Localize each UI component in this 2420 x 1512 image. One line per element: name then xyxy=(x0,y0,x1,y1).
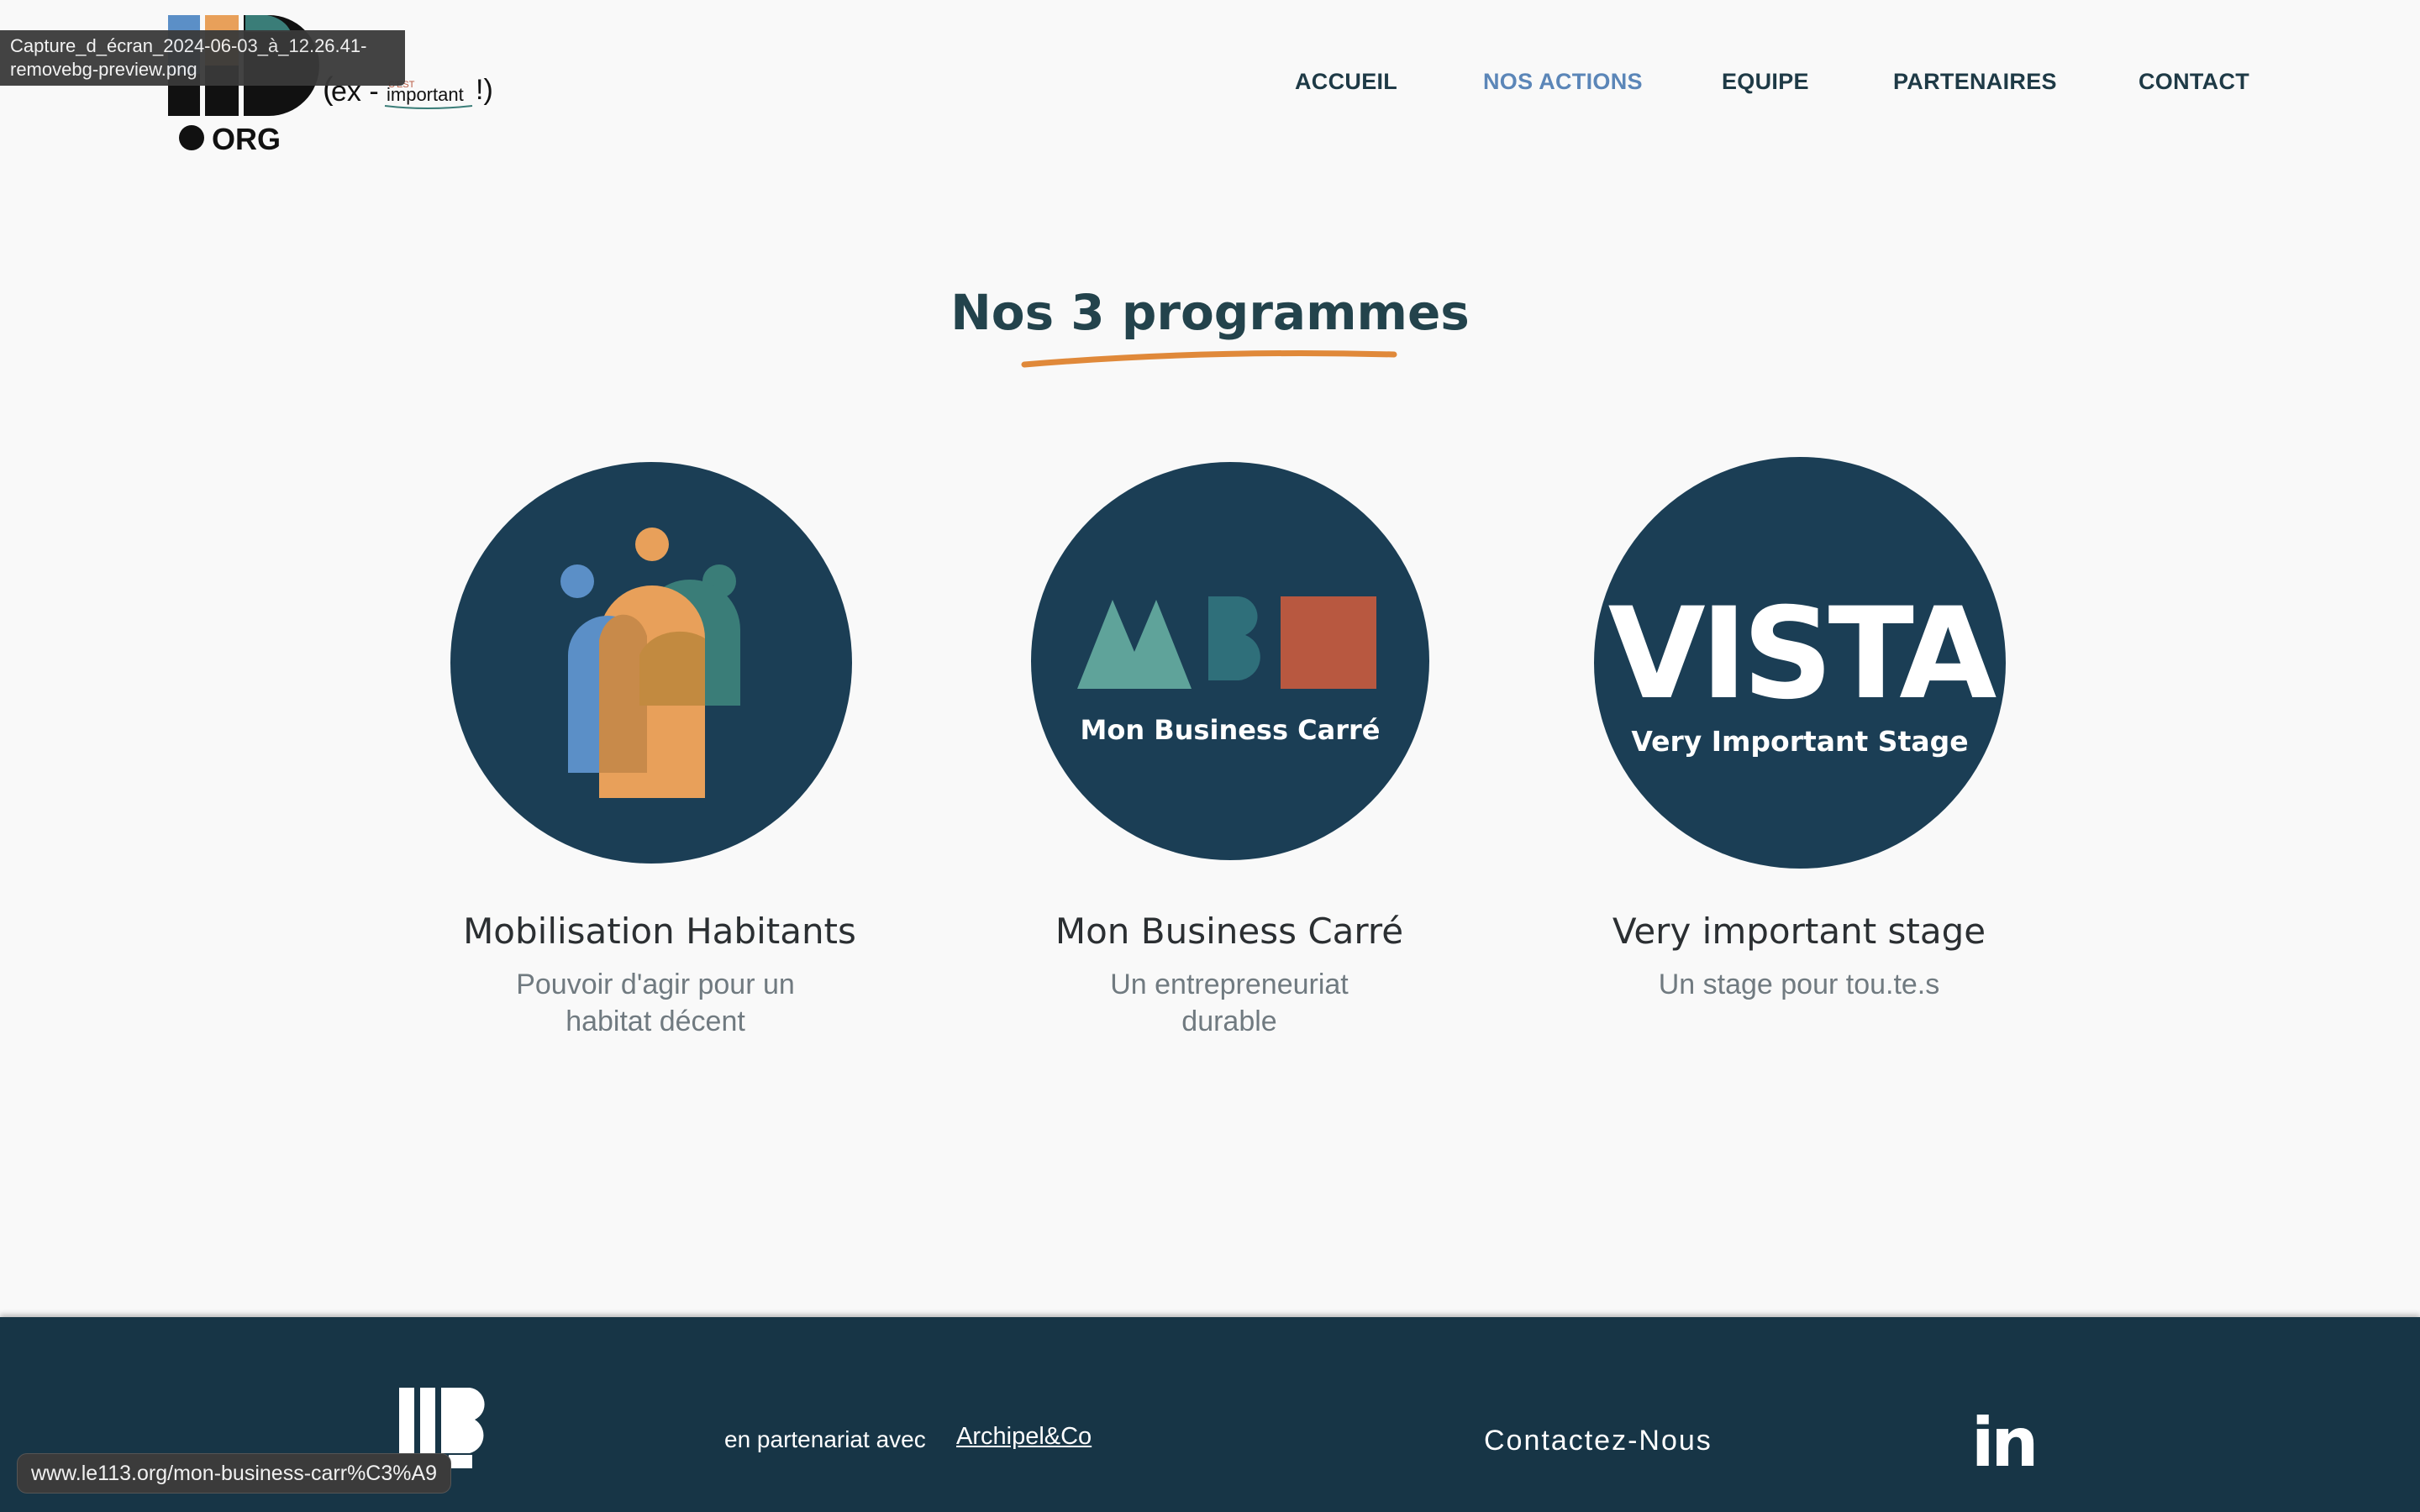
program-description: Un stage pour tou.te.s xyxy=(1505,966,2093,1003)
tooltip-line-1: Capture_d_écran_2024-06-03_à_12.26.41- xyxy=(10,35,367,56)
title-underline xyxy=(1021,350,1397,368)
main-nav: ACCUEIL NOS ACTIONS EQUIPE PARTENAIRES C… xyxy=(1260,69,2269,102)
program-card-mbc[interactable]: Mon Business Carré Mon Business Carré Un… xyxy=(935,462,1523,1050)
logo-important-text: important xyxy=(387,84,464,105)
nav-contact[interactable]: CONTACT xyxy=(2139,69,2249,95)
svg-text:!): !) xyxy=(476,74,493,106)
vista-logo[interactable]: VISTA Very Important Stage xyxy=(1594,457,2006,869)
mbc-logo[interactable]: Mon Business Carré xyxy=(1031,462,1429,860)
people-icon[interactable] xyxy=(450,462,852,864)
vista-logo-word: VISTA xyxy=(1608,581,1997,727)
program-title[interactable]: Very important stage xyxy=(1505,911,2093,952)
mbc-logo-caption: Mon Business Carré xyxy=(1081,714,1381,746)
partner-link[interactable]: Archipel&Co xyxy=(956,1423,1092,1451)
program-card-mobilisation[interactable]: Mobilisation Habitants Pouvoir d'agir po… xyxy=(370,462,958,1050)
section-title: Nos 3 programmes xyxy=(950,284,1470,341)
linkedin-icon[interactable]: in xyxy=(1971,1410,2039,1477)
nav-nos-actions[interactable]: NOS ACTIONS xyxy=(1483,69,1643,95)
contact-us-link[interactable]: Contactez-Nous xyxy=(1484,1425,1712,1457)
program-title[interactable]: Mon Business Carré xyxy=(935,911,1523,952)
program-title[interactable]: Mobilisation Habitants xyxy=(366,911,954,952)
nav-accueil[interactable]: ACCUEIL xyxy=(1295,69,1397,95)
tooltip-line-2: removebg-preview.png xyxy=(10,59,197,80)
logo-org-text: ORG xyxy=(212,122,281,156)
nav-partenaires[interactable]: PARTENAIRES xyxy=(1893,69,2057,95)
program-description-line-1: Un entrepreneuriat xyxy=(1110,969,1349,1000)
program-description-line-2: habitat décent xyxy=(566,1005,745,1037)
program-description-line-1: Un stage pour tou.te.s xyxy=(1658,969,1940,1000)
nav-equipe[interactable]: EQUIPE xyxy=(1722,69,1809,95)
program-description-line-1: Pouvoir d'agir pour un xyxy=(516,969,795,1000)
status-bar-url: www.le113.org/mon-business-carr%C3%A9 xyxy=(17,1453,452,1494)
program-description-line-2: durable xyxy=(1181,1005,1277,1037)
vista-logo-caption: Very Important Stage xyxy=(1631,725,1968,758)
program-description: Un entrepreneuriat durable xyxy=(935,966,1523,1040)
program-description: Pouvoir d'agir pour un habitat décent xyxy=(361,966,950,1040)
partner-text: en partenariat avec xyxy=(724,1426,926,1452)
file-tooltip: Capture_d_écran_2024-06-03_à_12.26.41- r… xyxy=(0,30,405,86)
program-card-vista[interactable]: VISTA Very Important Stage Very importan… xyxy=(1523,457,2112,1050)
